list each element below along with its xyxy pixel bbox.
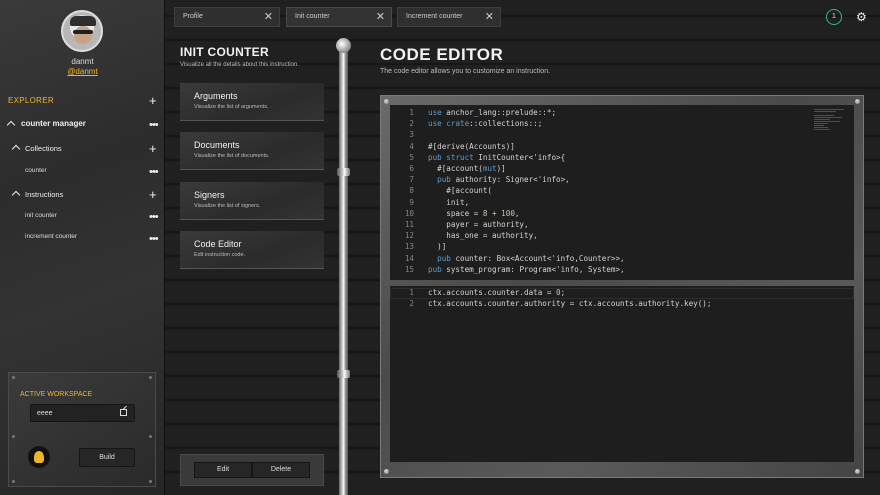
tab-profile[interactable]: Profile ✕ <box>174 7 280 27</box>
pipe-divider <box>339 40 348 495</box>
collections-label[interactable]: Collections <box>25 144 62 153</box>
handler-code-editor[interactable]: 1 ctx.accounts.counter.data = 0; 2 ctx.acco… <box>390 286 854 462</box>
card-subtitle: Visualize the list of documents. <box>194 153 270 159</box>
code-text: use anchor_lang::prelude::*; <box>428 108 557 117</box>
close-icon[interactable]: ✕ <box>376 8 385 26</box>
explorer-title: EXPLORER <box>8 96 54 105</box>
workspace-panel <box>8 372 156 487</box>
line-number: 1 <box>409 108 414 117</box>
logo-icon <box>28 446 50 468</box>
tab-label: Init counter <box>295 13 330 20</box>
instruction-subtitle: Visualize all the details about this ins… <box>180 62 299 68</box>
arguments-card[interactable]: Arguments Visualize the list of argument… <box>180 83 324 121</box>
line-number: 11 <box>404 220 414 229</box>
code-editor-subtitle: The code editor allows you to customize … <box>380 68 551 75</box>
notification-badge[interactable]: 1 <box>826 9 842 25</box>
application-more-icon[interactable]: ••• <box>149 120 159 131</box>
caret-up-icon[interactable] <box>6 120 16 130</box>
sidebar: danmt @danmt EXPLORER + counter manager … <box>0 0 165 495</box>
line-number: 6 <box>409 164 414 173</box>
line-number: 3 <box>409 130 414 140</box>
line-number: 5 <box>409 152 414 162</box>
code-editor-card[interactable]: Code Editor Edit instruction code. <box>180 231 324 269</box>
external-link-icon[interactable] <box>120 409 127 416</box>
code-text: payer = authority, <box>428 220 529 229</box>
application-name[interactable]: counter manager <box>21 119 86 128</box>
code-text: use crate::collections::; <box>428 119 543 129</box>
delete-button[interactable]: Delete <box>252 462 310 478</box>
line-number: 15 <box>404 264 414 274</box>
instructions-caret-icon[interactable] <box>11 190 21 200</box>
workspace-title: ACTIVE WORKSPACE <box>20 391 93 398</box>
tab-increment-counter[interactable]: Increment counter ✕ <box>397 7 501 27</box>
line-number: 10 <box>404 208 414 218</box>
code-text: init, <box>428 197 470 207</box>
card-title: Documents <box>194 140 240 150</box>
code-text: #[account( <box>428 186 493 196</box>
instructions-label[interactable]: Instructions <box>25 190 63 199</box>
card-subtitle: Visualize the list of arguments. <box>194 104 269 110</box>
context-code-editor[interactable]: 1 use anchor_lang::prelude::*;2 use crate:… <box>390 105 854 280</box>
card-title: Arguments <box>194 91 238 101</box>
signers-card[interactable]: Signers Visualize the list of signers. <box>180 182 324 220</box>
line-number: 1 <box>409 288 414 297</box>
close-icon[interactable]: ✕ <box>264 8 273 26</box>
user-name: danmt <box>71 57 94 66</box>
add-collection-plus-icon[interactable]: + <box>149 142 157 155</box>
minimap[interactable] <box>814 109 848 139</box>
collection-more-icon[interactable]: ••• <box>149 167 159 178</box>
edit-button[interactable]: Edit <box>194 462 252 478</box>
line-number: 2 <box>409 119 414 129</box>
line-number: 12 <box>404 231 414 241</box>
code-editor-title: CODE EDITOR <box>380 45 504 64</box>
build-button[interactable]: Build <box>79 448 135 467</box>
card-subtitle: Edit instruction code. <box>194 252 246 258</box>
tab-label: Profile <box>183 13 203 20</box>
tab-init-counter[interactable]: Init counter ✕ <box>286 7 392 27</box>
card-subtitle: Visualize the list of signers. <box>194 203 261 209</box>
user-handle-link[interactable]: @danmt <box>0 67 165 76</box>
line-number: 14 <box>404 253 414 263</box>
close-icon[interactable]: ✕ <box>485 8 494 26</box>
card-title: Code Editor <box>194 239 242 249</box>
code-text: #[account(mut)] <box>428 164 506 173</box>
instruction-more-icon[interactable]: ••• <box>149 234 159 245</box>
avatar[interactable] <box>61 10 103 52</box>
add-application-plus-icon[interactable]: + <box>149 94 157 107</box>
gear-icon[interactable]: ⚙ <box>856 11 867 23</box>
instruction-title: INIT COUNTER <box>180 45 269 59</box>
collections-caret-icon[interactable] <box>11 144 21 154</box>
code-text: ctx.accounts.counter.authority = ctx.acc… <box>428 299 712 309</box>
line-number: 13 <box>404 242 414 252</box>
add-instruction-plus-icon[interactable]: + <box>149 188 157 201</box>
code-text: ctx.accounts.counter.data = 0; <box>428 288 566 297</box>
code-text: pub counter: Box<Account<'info,Counter>>… <box>437 253 625 263</box>
tab-label: Increment counter <box>406 13 463 20</box>
app-root: danmt @danmt EXPLORER + counter manager … <box>0 0 880 495</box>
code-text: pub system_program: Program<'info, Syste… <box>428 264 625 274</box>
collection-item-counter[interactable]: counter <box>25 167 47 174</box>
code-text: #[derive(Accounts)] <box>428 141 515 151</box>
line-number: 4 <box>409 141 414 151</box>
line-number: 7 <box>409 175 414 185</box>
line-number: 9 <box>409 197 414 207</box>
code-text: pub struct InitCounter<'info>{ <box>428 152 566 162</box>
card-title: Signers <box>194 190 225 200</box>
instruction-item-increment-counter[interactable]: increment counter <box>25 233 77 240</box>
workspace-name: eeee <box>37 410 53 417</box>
instruction-item-init-counter[interactable]: init counter <box>25 212 57 219</box>
code-text: has_one = authority, <box>428 231 538 241</box>
code-text: space = 8 + 100, <box>428 208 520 218</box>
code-text: )] <box>428 242 447 252</box>
code-text: pub authority: Signer<'info>, <box>437 175 570 185</box>
line-number: 8 <box>409 186 414 196</box>
pipe-cap <box>336 38 351 53</box>
line-number: 2 <box>409 299 414 309</box>
documents-card[interactable]: Documents Visualize the list of document… <box>180 132 324 170</box>
instruction-more-icon[interactable]: ••• <box>149 212 159 223</box>
